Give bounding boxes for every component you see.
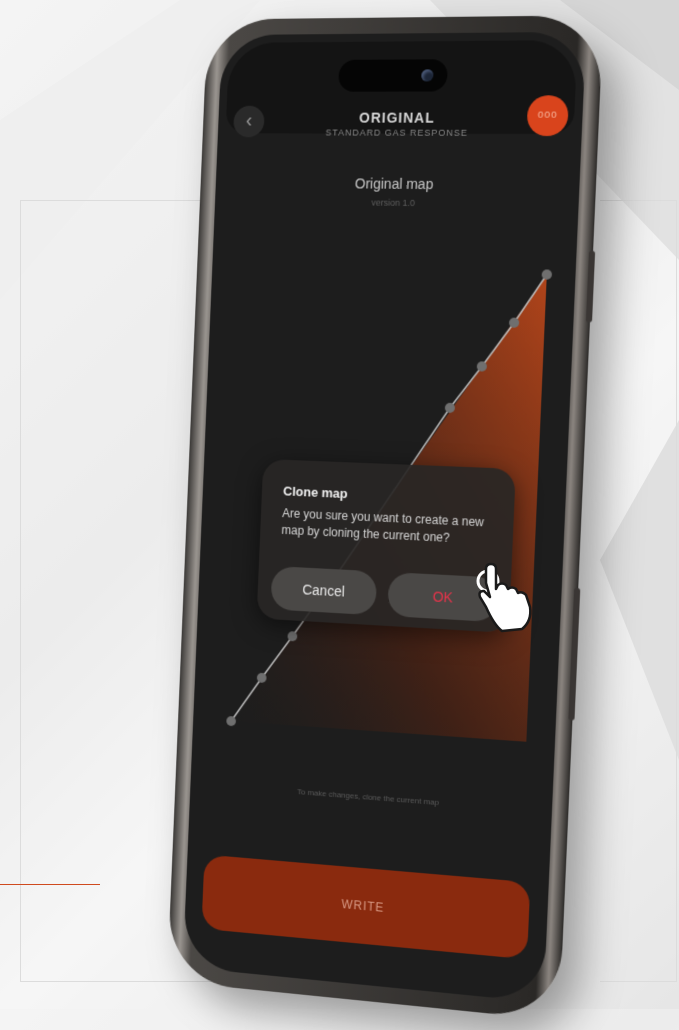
side-button-upper — [585, 250, 596, 323]
side-button-lower — [568, 587, 581, 721]
page-title: ORIGINAL — [358, 109, 436, 126]
dialog-title: Clone map — [282, 483, 348, 502]
page-subtitle: STANDARD GAS RESPONSE — [325, 127, 469, 138]
accent-line — [0, 884, 100, 885]
app-screen: ‹ ooo ORIGINAL STANDARD GAS RESPONSE Ori… — [182, 31, 587, 1003]
pointing-hand-icon — [476, 562, 532, 633]
camera-icon — [421, 69, 434, 82]
phone-body: ‹ ooo ORIGINAL STANDARD GAS RESPONSE Ori… — [167, 15, 604, 1021]
cancel-button[interactable]: Cancel — [270, 565, 378, 616]
dynamic-island — [338, 59, 449, 92]
dialog-message: Are you sure you want to create a new ma… — [281, 506, 485, 545]
map-point[interactable] — [541, 269, 553, 280]
phone-mockup: ‹ ooo ORIGINAL STANDARD GAS RESPONSE Ori… — [157, 0, 635, 1030]
map-title: Original map — [354, 175, 434, 193]
